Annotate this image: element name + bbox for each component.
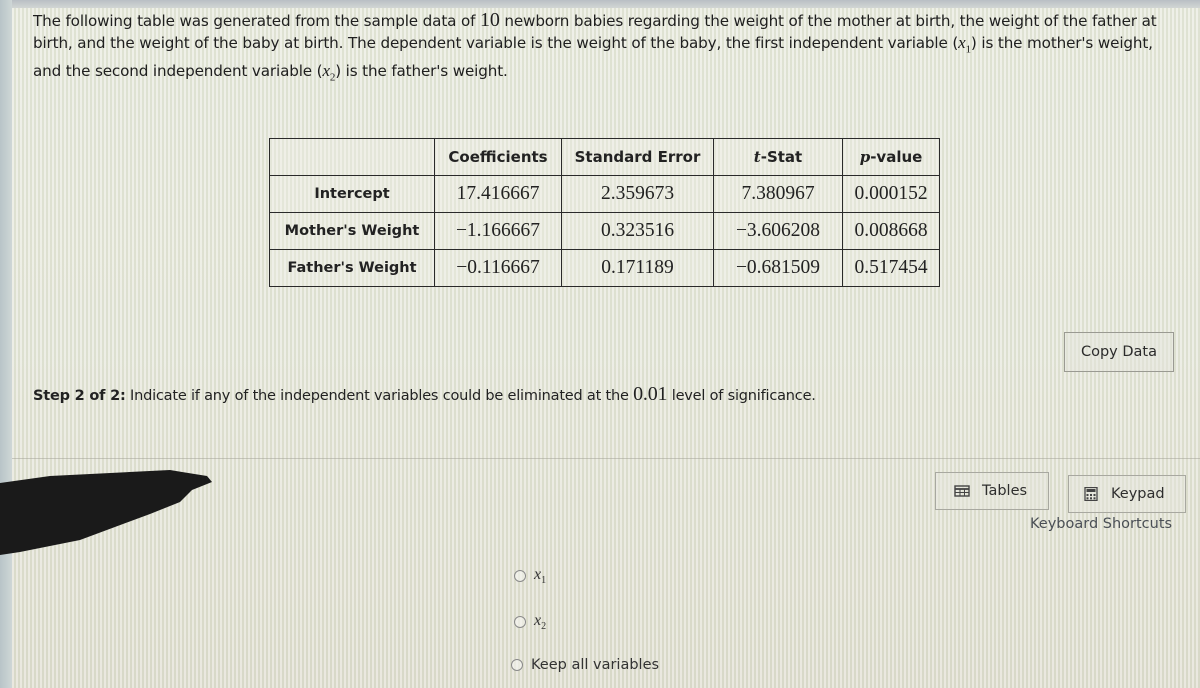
coefficient-cell: −0.116667 [434,249,562,287]
left-edge [0,0,12,688]
coefficient-cell: −1.166667 [434,212,562,250]
copy-data-button[interactable]: Copy Data [1064,332,1174,372]
tables-label: Tables [982,483,1028,499]
header-blank [269,138,435,176]
tables-button[interactable]: Tables [935,472,1049,510]
option-keep-all[interactable]: Keep all variables [511,657,659,673]
header-standard-error: Standard Error [561,138,714,176]
option-x1[interactable]: x1 [514,566,546,586]
calculator-icon [1084,487,1098,501]
row-label: Father's Weight [269,249,435,287]
table-icon [954,485,970,497]
pen-body [0,470,212,555]
radio-x2[interactable] [514,616,526,629]
p-value-cell: 0.008668 [842,212,940,250]
option-x1-label: x1 [534,566,547,587]
standard-error-cell: 2.359673 [561,175,714,213]
header-t-stat: t-Stat [713,138,843,176]
pen-tip-overlay [0,470,212,555]
top-edge [0,0,1200,8]
keypad-label: Keypad [1111,486,1165,502]
x2-symbol: x2 [322,61,336,84]
table-header-row: Coefficients Standard Error t-Stat p-val… [269,138,940,176]
radio-keep-all[interactable] [511,659,523,671]
option-x2[interactable]: x2 [514,612,546,632]
t-stat-cell: −0.681509 [713,249,843,287]
p-value-cell: 0.000152 [842,175,940,213]
table-row: Mother's Weight −1.166667 0.323516 −3.60… [269,212,940,250]
step-text-1: Indicate if any of the independent varia… [125,388,634,404]
row-label: Mother's Weight [269,212,435,250]
keypad-button[interactable]: Keypad [1068,475,1186,513]
regression-table: Coefficients Standard Error t-Stat p-val… [269,138,940,287]
t-stat-cell: 7.380967 [713,175,843,213]
header-coefficients: Coefficients [434,138,562,176]
problem-statement: The following table was generated from t… [33,10,1163,89]
option-keep-all-label: Keep all variables [531,657,660,673]
step-text-2: level of significance. [667,388,816,404]
t-stat-cell: −3.606208 [713,212,843,250]
step-instruction: Step 2 of 2: Indicate if any of the inde… [33,383,816,406]
option-x2-label: x2 [534,612,547,633]
header-p-value: p-value [842,138,940,176]
step-label: Step 2 of 2: [33,388,126,404]
p-value-cell: 0.517454 [842,249,940,287]
row-label: Intercept [269,175,435,213]
standard-error-cell: 0.171189 [561,249,714,287]
significance-level: 0.01 [633,383,668,405]
x1-symbol: x1 [958,33,971,56]
intro-text-4: ) is the father's weight. [335,62,508,81]
keyboard-shortcuts-link[interactable]: Keyboard Shortcuts [1030,516,1172,532]
intro-text-1: The following table was generated from t… [33,12,480,30]
coefficient-cell: 17.416667 [434,175,562,213]
standard-error-cell: 0.323516 [561,212,714,250]
radio-x1[interactable] [514,570,526,583]
table-row: Intercept 17.416667 2.359673 7.380967 0.… [269,175,940,213]
sample-size: 10 [480,9,500,31]
table-row: Father's Weight −0.116667 0.171189 −0.68… [269,249,940,287]
